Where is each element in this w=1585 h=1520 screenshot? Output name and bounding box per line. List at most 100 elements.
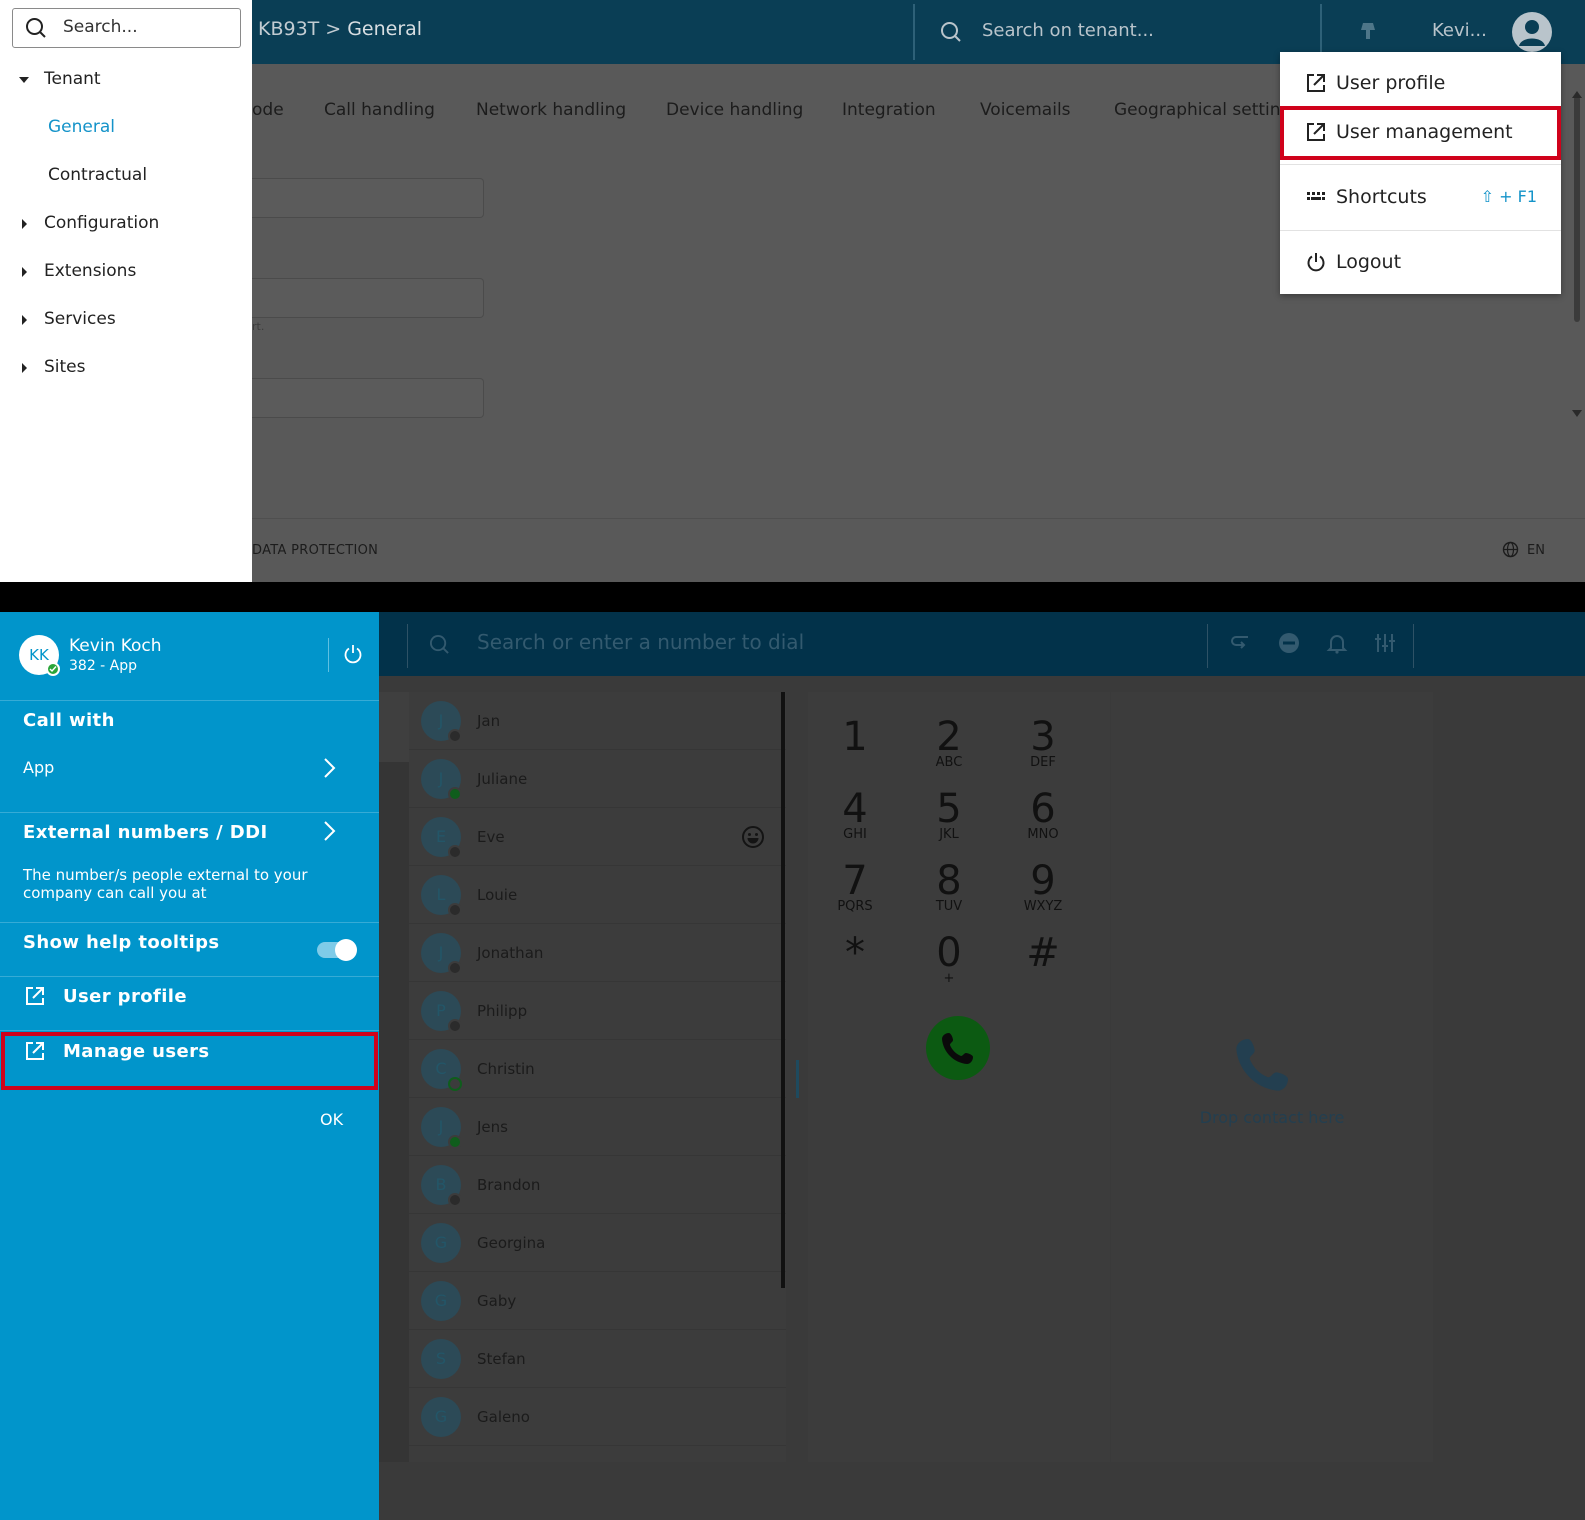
dialpad-digit: 4 xyxy=(842,786,868,832)
scroll-down-icon[interactable] xyxy=(1572,410,1582,418)
tree-item-tenant[interactable]: Tenant xyxy=(0,58,252,106)
contact-row[interactable]: G Gaby xyxy=(409,1272,786,1330)
bell-icon[interactable] xyxy=(1326,632,1348,654)
tree-item-label: Configuration xyxy=(44,213,160,233)
settings-sliders-icon[interactable] xyxy=(1374,632,1396,654)
panel-resize-handle[interactable] xyxy=(796,1060,799,1098)
dialpad-key[interactable]: * xyxy=(810,932,900,974)
menu-item-shortcuts[interactable]: Shortcuts ⇧ + F1 xyxy=(1280,174,1561,222)
user-name: Kevin Koch xyxy=(69,636,162,656)
contact-row[interactable]: J Juliane xyxy=(409,750,786,808)
dialpad-key[interactable]: # xyxy=(998,932,1088,974)
sidebar-search-input[interactable] xyxy=(63,17,233,37)
contact-row[interactable]: J Jan xyxy=(409,692,786,750)
dial-search-placeholder[interactable]: Search or enter a number to dial xyxy=(477,630,804,654)
dialpad-key[interactable]: 8 TUV xyxy=(904,860,994,914)
dialpad-key[interactable]: 1 xyxy=(810,716,900,758)
avatar[interactable] xyxy=(1512,12,1552,52)
tree-item-general[interactable]: General xyxy=(0,106,252,154)
chevron-right-icon xyxy=(22,219,27,229)
contact-name: Jens xyxy=(477,1118,508,1136)
contact-row[interactable]: J Jonathan xyxy=(409,924,786,982)
tab-voicemails[interactable]: Voicemails xyxy=(980,100,1071,120)
contact-list-scrollbar[interactable] xyxy=(781,692,785,1288)
tree-item-sites[interactable]: Sites xyxy=(0,346,252,394)
dialpad-key[interactable]: 7 PQRS xyxy=(810,860,900,914)
contact-row[interactable]: P Philipp xyxy=(409,982,786,1040)
dialpad-letters: + xyxy=(943,971,955,986)
contact-row[interactable]: G Georgina xyxy=(409,1214,786,1272)
ok-button[interactable]: OK xyxy=(320,1110,343,1129)
presence-status-icon xyxy=(448,1193,462,1207)
tab-call-handling[interactable]: Call handling xyxy=(324,100,435,120)
call-button[interactable] xyxy=(926,1016,990,1080)
tenant-search[interactable]: Search on tenant... xyxy=(940,14,1320,50)
dialpad-digit: 8 xyxy=(936,858,962,904)
contact-name: Christin xyxy=(477,1060,535,1078)
contact-row[interactable]: C Christin xyxy=(409,1040,786,1098)
external-numbers-title[interactable]: External numbers / DDI xyxy=(23,822,268,843)
chevron-right-icon[interactable] xyxy=(322,820,336,842)
contact-row[interactable]: G Galeno xyxy=(409,1388,786,1446)
dialpad-key[interactable]: 5 JKL xyxy=(904,788,994,842)
status-badge xyxy=(46,662,60,676)
sidebar-search[interactable] xyxy=(12,8,241,48)
tree-item-label: General xyxy=(48,117,115,137)
tab-mode[interactable]: ode xyxy=(252,100,284,120)
contact-row[interactable]: J Jens xyxy=(409,1098,786,1156)
tree-item-services[interactable]: Services xyxy=(0,298,252,346)
dialpad-key[interactable]: 4 GHI xyxy=(810,788,900,842)
chevron-down-icon xyxy=(19,77,29,83)
form-field[interactable] xyxy=(252,378,484,418)
language-selector[interactable]: EN xyxy=(1502,541,1545,558)
tree-item-configuration[interactable]: Configuration xyxy=(0,202,252,250)
scrollbar-thumb[interactable] xyxy=(1574,96,1580,322)
divider xyxy=(0,976,379,977)
call-with-value[interactable]: App xyxy=(23,758,54,777)
contact-row[interactable]: S Stefan xyxy=(409,1330,786,1388)
tree-item-label: Sites xyxy=(44,357,86,377)
drop-zone[interactable]: Drop contact here xyxy=(1111,692,1433,1462)
tree-item-extensions[interactable]: Extensions xyxy=(0,250,252,298)
menu-item-logout[interactable]: Logout xyxy=(1280,239,1561,287)
contact-name: Brandon xyxy=(477,1176,541,1194)
contact-row[interactable]: E Eve xyxy=(409,808,786,866)
call-forward-icon[interactable] xyxy=(1230,632,1252,654)
user-icon xyxy=(1519,20,1545,46)
tab-geographical-settings[interactable]: Geographical setting xyxy=(1114,100,1291,120)
dialpad-key[interactable]: 6 MNO xyxy=(998,788,1088,842)
form-field[interactable] xyxy=(252,278,484,318)
power-icon[interactable] xyxy=(343,644,363,664)
contact-row[interactable]: B Brandon xyxy=(409,1156,786,1214)
chevron-right-icon[interactable] xyxy=(322,757,336,779)
form-field[interactable] xyxy=(252,178,484,218)
dialpad-key[interactable]: 3 DEF xyxy=(998,716,1088,770)
scroll-up-icon[interactable] xyxy=(1572,90,1582,98)
divider xyxy=(0,922,379,923)
contact-name: Philipp xyxy=(477,1002,528,1020)
tab-network-handling[interactable]: Network handling xyxy=(476,100,626,120)
contact-row[interactable]: L Louie xyxy=(409,866,786,924)
dialpad-key[interactable]: 9 WXYZ xyxy=(998,860,1088,914)
dialpad-key[interactable]: 0 + xyxy=(904,932,994,986)
menu-divider xyxy=(1280,230,1561,231)
drop-zone-label: Drop contact here xyxy=(1199,1108,1345,1127)
user-profile-link[interactable]: User profile xyxy=(63,986,187,1007)
data-protection-link[interactable]: DATA PROTECTION xyxy=(252,543,378,558)
smiley-icon[interactable] xyxy=(741,825,765,849)
tab-device-handling[interactable]: Device handling xyxy=(666,100,803,120)
breadcrumb-tenant[interactable]: KB93T xyxy=(258,18,319,40)
tab-integration[interactable]: Integration xyxy=(842,100,936,120)
help-tooltips-toggle[interactable] xyxy=(317,939,357,961)
menu-item-user-profile[interactable]: User profile xyxy=(1280,60,1561,108)
help-tooltips-label: Show help tooltips xyxy=(23,932,220,953)
dialpad-digit: 9 xyxy=(1030,858,1056,904)
do-not-disturb-icon[interactable] xyxy=(1278,632,1300,654)
search-icon xyxy=(26,18,46,38)
notification-icon[interactable] xyxy=(1358,20,1380,42)
dialpad-key[interactable]: 2 ABC xyxy=(904,716,994,770)
divider xyxy=(0,812,379,813)
chevron-right-icon xyxy=(22,267,27,277)
user-name[interactable]: Kevi... xyxy=(1432,20,1487,41)
tree-item-contractual[interactable]: Contractual xyxy=(0,154,252,202)
